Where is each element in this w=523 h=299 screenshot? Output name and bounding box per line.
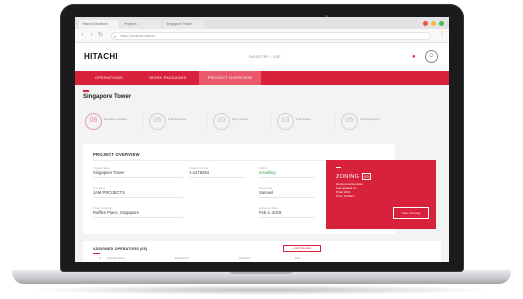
field-value: 1-1478294	[189, 170, 210, 175]
column-header: Elevators ID	[175, 257, 190, 260]
divider	[335, 112, 336, 130]
browser-tab[interactable]: Singapore Tower	[163, 20, 205, 29]
kpi-label: Total Zones	[296, 117, 311, 121]
field-underline	[93, 217, 183, 218]
page-title: Singapore Tower	[83, 94, 132, 100]
field-value: Feb 4, 2019	[259, 210, 282, 215]
kpi-total-zones: 03 Total Zones	[277, 113, 333, 131]
hitachi-logo[interactable]: HITACHI	[84, 52, 118, 61]
browser-tab-bar: Hitachi Elevators Projects Singapore Tow…	[75, 17, 449, 29]
kpi-label: Elevators Installed	[104, 117, 127, 121]
kpi-value: 06	[85, 113, 102, 130]
title-accent	[83, 90, 89, 92]
field-underline	[259, 217, 315, 218]
zoning-count: 03	[362, 173, 372, 180]
header-context: INDUSTRY / USE	[248, 55, 282, 59]
kpi-row: 06 Elevators Installed 06 Total Elevator…	[83, 109, 441, 135]
page-header: Singapore Tower	[75, 85, 449, 105]
assigned-operators-section: ASSIGNED OPERATORS (05) + Add Operator #…	[83, 241, 441, 262]
field-value: Singapore Tower	[93, 170, 125, 175]
zoning-info-line: Time: 12:00am	[336, 194, 355, 198]
divider	[271, 112, 272, 130]
tab-work-packages[interactable]: WORK PACKAGES	[139, 71, 197, 85]
field-value: Samuel	[259, 190, 274, 195]
status-value: Installing	[259, 170, 276, 175]
url-input[interactable]: ● https://projects.hitachi	[111, 32, 431, 40]
kpi-value: 03	[277, 113, 294, 130]
kpi-label: Total Operators	[360, 117, 380, 121]
main-nav: OPERATIONS WORK PACKAGES PROJECT OVERVIE…	[75, 71, 449, 85]
field-value: Raffles Place, Singapore	[93, 210, 140, 215]
browser-tab[interactable]: Projects	[121, 20, 161, 29]
window-minimize-icon[interactable]	[431, 21, 436, 26]
url-text: https://projects.hitachi	[120, 34, 155, 38]
field-underline	[189, 177, 245, 178]
field-underline	[259, 177, 315, 178]
kpi-value: 06	[149, 113, 166, 130]
laptop-shadow	[28, 285, 495, 295]
window-close-icon[interactable]	[423, 21, 428, 26]
field-company: Company JAM PROJECTS	[93, 186, 183, 198]
title-underline	[93, 253, 100, 254]
section-title: ASSIGNED OPERATORS (05)	[93, 247, 148, 251]
column-header: Operator Name	[107, 257, 125, 260]
back-icon[interactable]: ‹	[79, 32, 86, 39]
column-header: Workfront	[239, 257, 251, 260]
lock-icon: ●	[114, 34, 117, 39]
zoning-card: ZONING 03 Zoning is active since Last up…	[326, 160, 436, 229]
browser-menu-icon[interactable]: ⋮	[439, 32, 445, 39]
kpi-value: 05	[341, 113, 358, 130]
tab-project-overview[interactable]: PROJECT OVERVIEW	[199, 71, 261, 85]
field-status: Status Installing	[259, 166, 315, 178]
kpi-label: Total Elevators	[168, 117, 187, 121]
field-underline	[259, 197, 315, 198]
divider	[207, 112, 208, 130]
column-header: Role	[295, 257, 301, 260]
view-zoning-button[interactable]: View Zoning	[393, 207, 429, 219]
browser-tab[interactable]: Hitachi Elevators	[79, 20, 119, 29]
user-icon[interactable]: ☺	[425, 50, 438, 63]
column-header: #	[99, 257, 101, 260]
stage: Hitachi Elevators Projects Singapore Tow…	[0, 0, 523, 299]
field-value: JAM PROJECTS	[93, 190, 125, 195]
field-supervisor: Supervisor Samuel	[259, 186, 315, 198]
zoning-title-text: ZONING	[336, 174, 360, 180]
app-header: HITACHI INDUSTRY / USE ● ☺	[75, 43, 449, 71]
kpi-elevators-installed: 06 Elevators Installed	[85, 113, 141, 131]
field-project-number: Project Number 1-1478294	[189, 166, 245, 178]
zoning-title: ZONING 03	[336, 173, 372, 180]
section-title: PROJECT OVERVIEW	[93, 152, 140, 157]
window-maximize-icon[interactable]	[439, 21, 444, 26]
forward-icon[interactable]: ›	[88, 32, 95, 39]
tab-operations[interactable]: OPERATIONS	[81, 71, 137, 85]
reload-icon[interactable]: ↻	[97, 32, 104, 39]
bell-icon[interactable]: ●	[412, 54, 416, 60]
address-bar-row: ‹ › ↻ ● https://projects.hitachi ⋮	[75, 29, 449, 43]
zone-accent	[336, 167, 341, 168]
kpi-label: Open Issues	[232, 117, 248, 121]
kpi-open-issues: 00 Open Issues	[213, 113, 269, 131]
kpi-total-elevators: 06 Total Elevators	[149, 113, 205, 131]
kpi-value: 00	[213, 113, 230, 130]
field-project-address: Project Address Raffles Place, Singapore	[93, 206, 183, 218]
field-project-name: Project Name Singapore Tower	[93, 166, 183, 178]
add-operator-button[interactable]: + Add Operator	[283, 245, 321, 252]
divider	[143, 112, 144, 130]
field-underline	[93, 177, 183, 178]
field-underline	[93, 197, 183, 198]
kpi-total-operators: 05 Total Operators	[341, 113, 397, 131]
screen: Hitachi Elevators Projects Singapore Tow…	[75, 17, 449, 262]
field-handover-date: Handover Date Feb 4, 2019	[259, 206, 315, 218]
